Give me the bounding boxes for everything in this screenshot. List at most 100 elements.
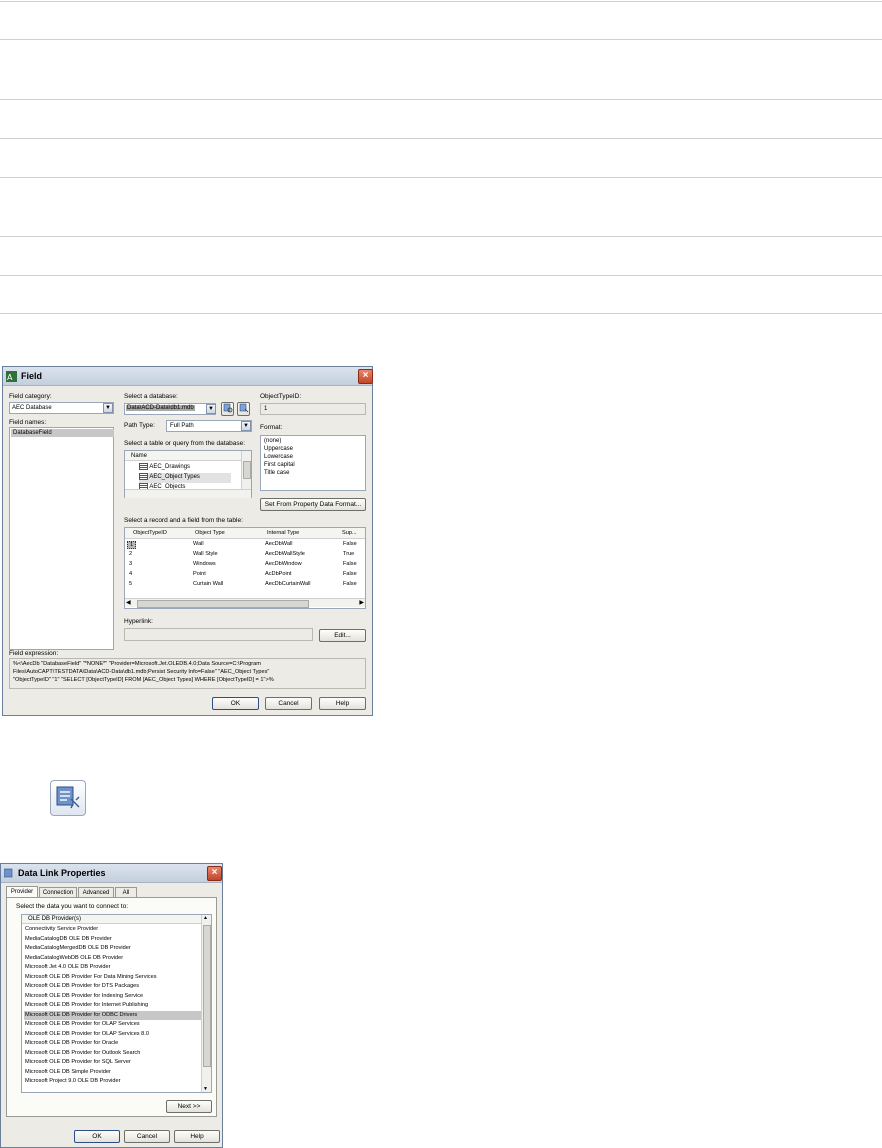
list-item[interactable]: AEC_Object Types [139, 473, 231, 483]
list-item[interactable]: Microsoft OLE DB Provider for Indexing S… [24, 992, 201, 1002]
record-label: Select a record and a field from the tab… [124, 517, 243, 524]
grid-header: ObjectTypeID Object Type Internal Type S… [125, 528, 365, 539]
table-divider [0, 177, 882, 178]
data-link-properties-dialog: Data Link Properties × Provider Connecti… [0, 863, 223, 1148]
list-item[interactable]: Microsoft OLE DB Provider for OLAP Servi… [24, 1030, 201, 1040]
list-item[interactable]: Connectivity Service Provider [24, 925, 201, 935]
hyperlink-field [124, 628, 313, 641]
database-browse-icon [223, 403, 232, 413]
chevron-left-icon[interactable]: ◀ [126, 599, 131, 606]
format-list[interactable]: (none) Uppercase Lowercase First capital… [260, 435, 366, 491]
list-item[interactable]: Microsoft OLE DB Provider for SQL Server [24, 1058, 201, 1068]
help-button[interactable]: Help [174, 1130, 220, 1143]
ok-button[interactable]: OK [74, 1130, 120, 1143]
chevron-down-icon[interactable]: ▼ [103, 403, 113, 413]
list-item[interactable]: Lowercase [264, 454, 293, 460]
scroll-thumb[interactable] [243, 461, 251, 479]
cancel-button[interactable]: Cancel [124, 1130, 170, 1143]
grid-header-internal-type[interactable]: Internal Type [267, 530, 299, 536]
list-item[interactable]: Title case [264, 470, 289, 476]
instruction-label: Select the data you want to connect to: [16, 903, 129, 910]
field-dialog: A Field × Field category: AEC Database ▼… [2, 366, 373, 716]
table-list-hscroll[interactable] [125, 489, 251, 498]
table-row[interactable]: 4 Point AcDbPoint False [125, 570, 365, 579]
table-row[interactable]: 1 Wall AecDbWall False [125, 540, 365, 549]
table-row[interactable]: 3 Windows AecDbWindow False [125, 560, 365, 569]
table-row[interactable]: 5 Curtain Wall AecDbCurtainWall False [125, 580, 365, 589]
ok-button[interactable]: OK [212, 697, 259, 710]
list-item[interactable]: Uppercase [264, 446, 293, 452]
field-expression-box: %<\AecDb "DatabaseField" "*NONE*" "Provi… [9, 658, 366, 689]
list-item[interactable]: First capital [264, 462, 295, 468]
field-names-label: Field names: [9, 419, 47, 426]
field-expression-line: "ObjectTypeID" "1" "SELECT [ObjectTypeID… [13, 677, 274, 683]
help-button[interactable]: Help [319, 697, 366, 710]
provider-list-scrollbar[interactable]: ▲ ▼ [201, 915, 211, 1092]
cancel-button[interactable]: Cancel [265, 697, 312, 710]
list-item[interactable]: MediaCatalogWebDB OLE DB Provider [24, 954, 201, 964]
scroll-thumb[interactable] [137, 600, 309, 608]
field-category-label: Field category: [9, 393, 52, 400]
data-link-icon [239, 403, 248, 413]
table-divider [0, 138, 882, 139]
chevron-right-icon[interactable]: ▶ [359, 599, 364, 606]
list-item[interactable]: Microsoft OLE DB Simple Provider [24, 1068, 201, 1078]
list-item[interactable]: Microsoft OLE DB Provider for Outlook Se… [24, 1049, 201, 1059]
table-divider [0, 236, 882, 237]
list-item[interactable]: Microsoft OLE DB Provider for OLAP Servi… [24, 1020, 201, 1030]
provider-list[interactable]: OLE DB Provider(s) Connectivity Service … [21, 914, 212, 1093]
record-grid-hscroll[interactable]: ◀ ▶ [125, 598, 365, 608]
scroll-thumb[interactable] [203, 925, 211, 1067]
list-item[interactable]: Microsoft Jet 4.0 OLE DB Provider [24, 963, 201, 973]
grid-header-object-type[interactable]: Object Type [195, 530, 225, 536]
data-link-dialog-titlebar[interactable]: Data Link Properties [1, 864, 222, 883]
list-item[interactable]: MediaCatalogMergedDB OLE DB Provider [24, 944, 201, 954]
record-grid[interactable]: ObjectTypeID Object Type Internal Type S… [124, 527, 366, 609]
field-expression-label: Field expression: [9, 650, 59, 657]
chevron-down-icon[interactable]: ▼ [206, 404, 216, 414]
table-divider [0, 275, 882, 276]
browse-database-button[interactable] [221, 402, 234, 416]
list-item[interactable]: Microsoft OLE DB Provider for ODBC Drive… [24, 1010, 201, 1020]
list-item[interactable]: MediaCatalogDB OLE DB Provider [24, 935, 201, 945]
list-item[interactable]: AEC_Drawings [139, 463, 231, 473]
svg-text:A: A [7, 373, 13, 382]
list-item[interactable]: Microsoft OLE DB Provider for DTS Packag… [24, 982, 201, 992]
close-icon[interactable]: × [207, 866, 222, 881]
database-select[interactable]: Data\ACD-Data\db1.mdb [124, 403, 216, 415]
list-item[interactable]: (none) [264, 438, 281, 444]
data-link-button[interactable] [237, 402, 250, 416]
edit-button[interactable]: Edit... [319, 629, 366, 642]
list-item[interactable]: DatabaseField [11, 429, 114, 437]
chevron-down-icon[interactable]: ▼ [241, 421, 251, 431]
field-expression-line: %<\AecDb "DatabaseField" "*NONE*" "Provi… [13, 661, 261, 667]
provider-list-header[interactable]: OLE DB Provider(s) [22, 915, 202, 924]
set-from-property-format-button[interactable]: Set From Property Data Format... [260, 498, 366, 511]
tab-panel: Select the data you want to connect to: … [6, 897, 217, 1117]
table-list-scrollbar[interactable] [241, 451, 251, 489]
list-item[interactable]: Microsoft OLE DB Provider for Oracle [24, 1039, 201, 1049]
grid-header-object-type-id[interactable]: ObjectTypeID [133, 530, 167, 536]
next-button[interactable]: Next >> [166, 1100, 212, 1113]
table-query-list[interactable]: Name AEC_Drawings AEC_Object Types AEC_O… [124, 450, 252, 498]
path-type-select[interactable]: Full Path [166, 420, 252, 432]
table-icon [139, 473, 148, 480]
field-names-list[interactable]: DatabaseField [9, 427, 114, 650]
grid-header-sup[interactable]: Sup... [342, 530, 357, 536]
select-database-label: Select a database: [124, 393, 178, 400]
field-expression-line: Files\AutoCAPT\TESTDATA\Data\ACD-Data\db… [13, 669, 270, 675]
close-icon[interactable]: × [358, 369, 373, 384]
field-dialog-title: Field [21, 371, 43, 381]
list-item[interactable]: Microsoft OLE DB Provider For Data Minin… [24, 973, 201, 983]
chevron-down-icon[interactable]: ▼ [203, 1086, 208, 1092]
list-item[interactable]: Microsoft Project 9.0 OLE DB Provider [24, 1077, 201, 1087]
field-category-select[interactable]: AEC Database [9, 402, 114, 414]
chevron-up-icon[interactable]: ▲ [203, 915, 208, 921]
table-row[interactable]: 2 Wall Style AecDbWallStyle True [125, 550, 365, 559]
table-divider [0, 1, 882, 2]
table-list-header[interactable]: Name [125, 451, 241, 461]
object-type-id-value: 1 [260, 403, 366, 415]
field-dialog-titlebar[interactable]: A Field [3, 367, 372, 386]
list-item[interactable]: Microsoft OLE DB Provider for Internet P… [24, 1001, 201, 1011]
path-type-label: Path Type: [124, 422, 155, 429]
